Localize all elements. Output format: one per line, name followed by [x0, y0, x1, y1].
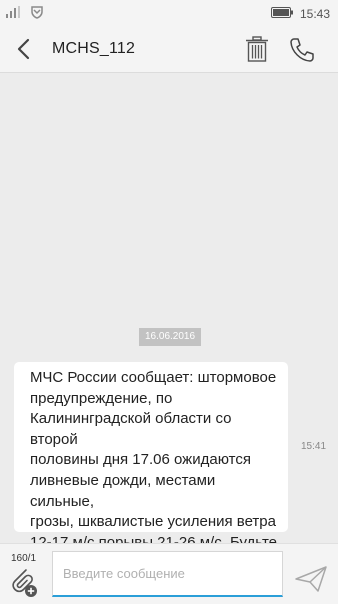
sms-conversation-screen: 15:43 MCHS_112 16.06.2016 МЧС России соо… [0, 0, 338, 604]
battery-icon [270, 5, 293, 23]
call-button[interactable] [288, 36, 316, 64]
attach-button[interactable] [9, 567, 39, 599]
date-separator: 16.06.2016 [139, 328, 202, 346]
phone-icon [290, 38, 314, 62]
status-time: 15:43 [299, 7, 330, 21]
status-right: 15:43 [270, 5, 330, 23]
contact-name[interactable]: MCHS_112 [52, 40, 135, 58]
trash-icon [246, 36, 268, 62]
send-button[interactable] [294, 565, 328, 593]
status-left [6, 5, 44, 19]
paperclip-add-icon [12, 569, 37, 597]
send-icon [295, 566, 327, 592]
message-list[interactable]: 16.06.2016 МЧС России сообщает: штормово… [0, 73, 338, 571]
conversation-header: MCHS_112 [0, 26, 338, 73]
incoming-message-bubble[interactable]: МЧС России сообщает: штормовое предупреж… [14, 362, 288, 571]
message-input[interactable] [52, 551, 283, 597]
signal-bars-icon [6, 6, 20, 18]
message-time: 15:41 [301, 441, 327, 452]
sim-shield-icon [30, 5, 44, 19]
message-composer: 160/1 [0, 543, 338, 604]
chevron-left-icon [17, 38, 30, 60]
char-counter: 160/1 [11, 553, 37, 564]
status-bar: 15:43 [0, 0, 338, 26]
back-button[interactable] [14, 37, 34, 61]
delete-button[interactable] [245, 36, 269, 62]
